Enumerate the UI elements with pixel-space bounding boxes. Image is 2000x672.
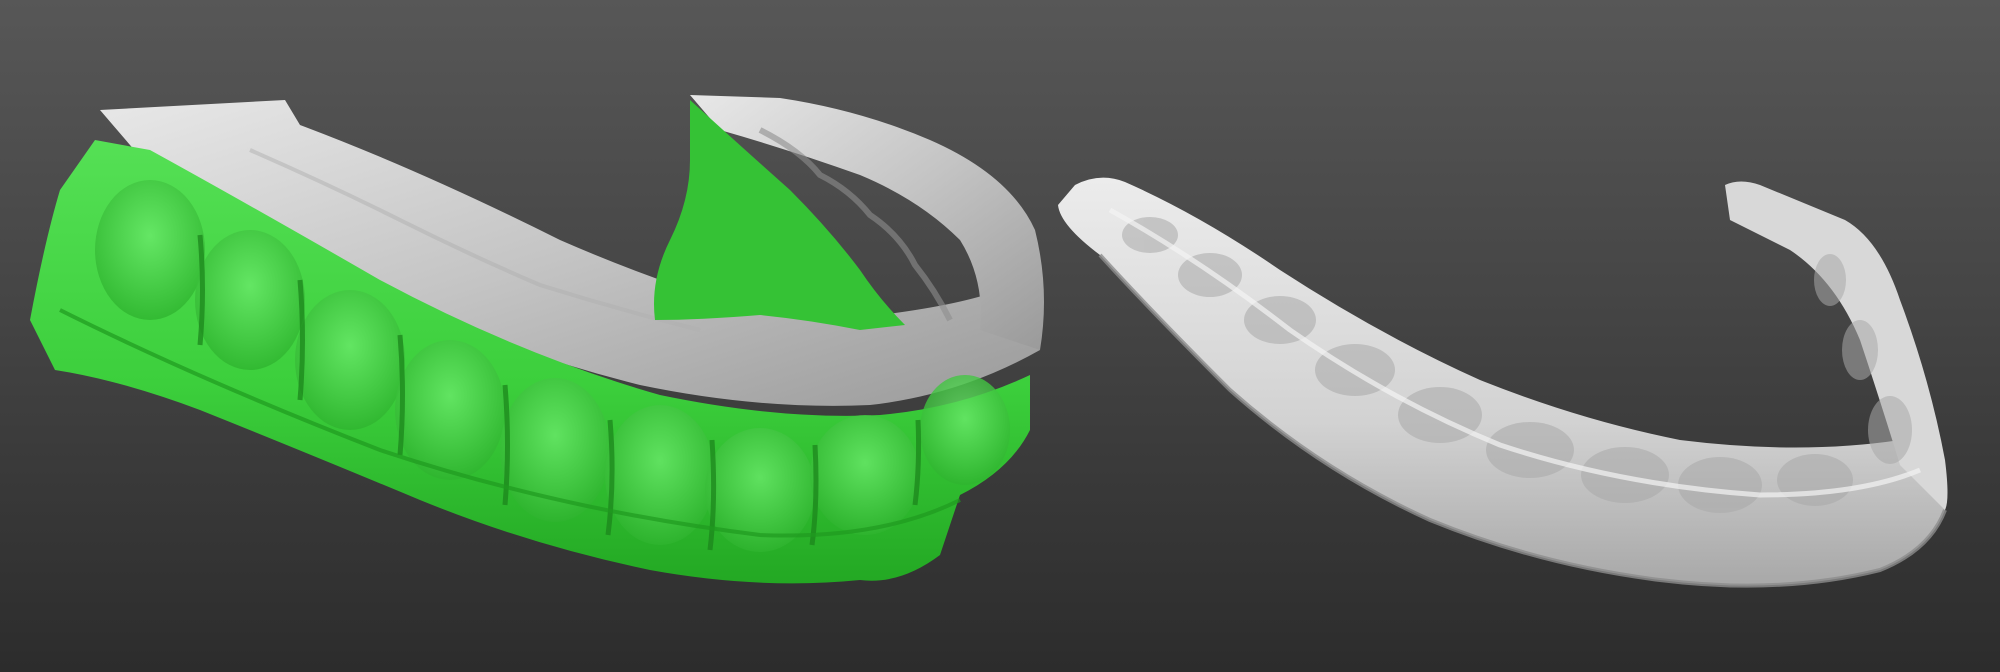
tooth: [605, 405, 715, 545]
aligner-tray-model[interactable]: [1058, 177, 1948, 588]
tooth: [810, 415, 920, 535]
3d-scene[interactable]: [0, 0, 2000, 672]
tooth: [95, 180, 205, 320]
tooth: [195, 230, 305, 370]
dental-arch-model[interactable]: [30, 95, 1044, 584]
tooth: [920, 375, 1010, 485]
tooth: [295, 290, 405, 430]
3d-viewport[interactable]: [0, 0, 2000, 672]
